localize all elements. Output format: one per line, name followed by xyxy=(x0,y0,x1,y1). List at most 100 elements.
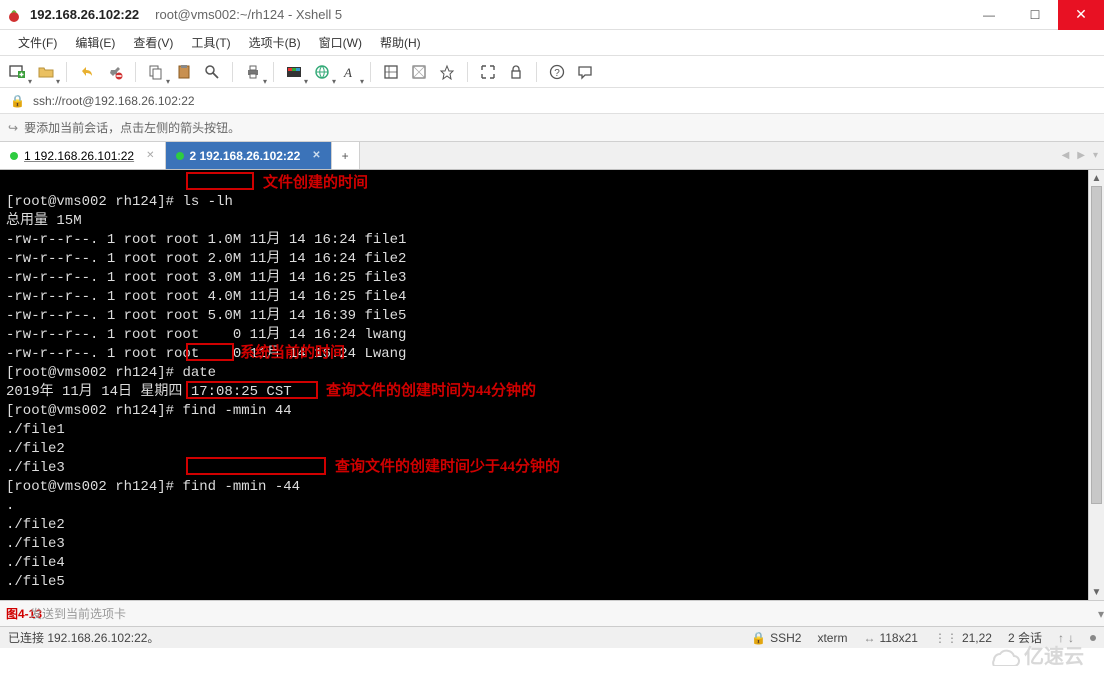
term-line: ./file2 xyxy=(6,441,65,457)
transparent-button[interactable] xyxy=(407,60,431,84)
term-line: 总用量 15M xyxy=(6,213,82,229)
maximize-button[interactable]: ☐ xyxy=(1012,0,1058,30)
copy-button[interactable] xyxy=(144,60,168,84)
cap-icon xyxy=(1090,635,1096,641)
term-line: -rw-r--r--. 1 root root 5.0M 11月 14 16:3… xyxy=(6,308,406,324)
term-line: [root@vms002 rh124]# find -mmin 44 xyxy=(6,403,292,419)
find-button[interactable] xyxy=(200,60,224,84)
toolbar: A ? xyxy=(0,56,1104,88)
menu-file[interactable]: 文件(F) xyxy=(10,30,65,55)
scroll-down-icon[interactable]: ▼ xyxy=(1089,584,1104,600)
status-size: 118x21 xyxy=(879,631,917,645)
colorscheme-button[interactable] xyxy=(282,60,306,84)
session-tab-1[interactable]: 1 192.168.26.101:22 ✕ xyxy=(0,142,166,169)
status-connection: 已连接 192.168.26.102:22。 xyxy=(8,629,159,646)
term-line: [root@vms002 rh124]# date xyxy=(6,365,216,381)
session-tab-2[interactable]: 2 192.168.26.102:22 ✕ xyxy=(166,142,332,169)
svg-text:?: ? xyxy=(554,68,560,79)
reconnect-button[interactable] xyxy=(75,60,99,84)
svg-text:A: A xyxy=(343,65,352,80)
term-line: [root@vms002 rh124]# find -mmin -44 xyxy=(6,479,300,495)
watermark: 亿速云 xyxy=(984,640,1084,669)
expand-button[interactable] xyxy=(476,60,500,84)
window-title-sub: root@vms002:~/rh124 - Xshell 5 xyxy=(155,7,342,22)
toolbar-separator xyxy=(370,62,371,82)
lock-icon: 🔒 xyxy=(751,631,766,645)
hint-arrow-icon[interactable]: ↪ xyxy=(8,121,18,135)
font-button[interactable]: A xyxy=(338,60,362,84)
paste-button[interactable] xyxy=(172,60,196,84)
print-button[interactable] xyxy=(241,60,265,84)
menu-help[interactable]: 帮助(H) xyxy=(372,30,429,55)
tab-nav: ◀ ▶ ▾ xyxy=(1062,142,1104,169)
encoding-button[interactable] xyxy=(310,60,334,84)
toolbar-separator xyxy=(273,62,274,82)
tab-label: 1 192.168.26.101:22 xyxy=(24,149,134,163)
terminal-output[interactable]: [root@vms002 rh124]# ls -lh 总用量 15M -rw-… xyxy=(0,170,1104,615)
tab-prev-icon[interactable]: ◀ xyxy=(1062,150,1070,161)
status-dot-icon xyxy=(10,152,18,160)
fullscreen-button[interactable] xyxy=(379,60,403,84)
tab-label: 2 192.168.26.102:22 xyxy=(190,149,301,163)
term-line: ./file1 xyxy=(6,422,65,438)
toolbar-separator xyxy=(467,62,468,82)
ontop-button[interactable] xyxy=(435,60,459,84)
new-session-button[interactable] xyxy=(6,60,30,84)
status-dot-icon xyxy=(176,152,184,160)
address-url[interactable]: ssh://root@192.168.26.102:22 xyxy=(33,94,195,108)
tab-close-icon[interactable]: ✕ xyxy=(312,150,320,161)
annotation-text: 查询文件的创建时间少于44分钟的 xyxy=(335,455,560,476)
app-logo xyxy=(6,7,22,23)
tab-menu-icon[interactable]: ▾ xyxy=(1093,150,1098,161)
add-tab-button[interactable]: + xyxy=(332,142,360,169)
scroll-thumb[interactable] xyxy=(1091,186,1102,504)
watermark-icon xyxy=(984,644,1020,666)
term-line: ./file3 xyxy=(6,536,65,552)
tab-close-icon[interactable]: ✕ xyxy=(146,150,154,161)
term-line: -rw-r--r--. 1 root root 2.0M 11月 14 16:2… xyxy=(6,251,406,267)
menu-window[interactable]: 窗口(W) xyxy=(311,30,370,55)
highlight-box xyxy=(186,343,234,361)
toolbar-separator xyxy=(232,62,233,82)
minimize-button[interactable]: — xyxy=(966,0,1012,30)
toolbar-separator xyxy=(135,62,136,82)
term-line: ./file3 xyxy=(6,460,65,476)
tab-strip: 1 192.168.26.101:22 ✕ 2 192.168.26.102:2… xyxy=(0,142,1104,170)
lock-button[interactable] xyxy=(504,60,528,84)
menu-edit[interactable]: 编辑(E) xyxy=(67,30,123,55)
close-button[interactable]: ✕ xyxy=(1058,0,1104,30)
chat-button[interactable] xyxy=(573,60,597,84)
scroll-up-icon[interactable]: ▲ xyxy=(1089,170,1104,186)
help-button[interactable]: ? xyxy=(545,60,569,84)
term-line: ./file5 xyxy=(6,574,65,590)
lock-icon: 🔒 xyxy=(10,94,25,108)
toolbar-separator xyxy=(66,62,67,82)
status-termtype: xterm xyxy=(817,631,847,645)
menu-tabs[interactable]: 选项卡(B) xyxy=(241,30,309,55)
term-line: . xyxy=(6,498,14,514)
annotation-text: 系统当前的时间 xyxy=(240,341,345,362)
window-titlebar: 192.168.26.102:22 root@vms002:~/rh124 - … xyxy=(0,0,1104,30)
term-line: ./file4 xyxy=(6,555,65,571)
watermark-text: 亿速云 xyxy=(1024,640,1084,669)
scroll-track[interactable] xyxy=(1089,186,1104,584)
menu-tools[interactable]: 工具(T) xyxy=(183,30,238,55)
status-bar: 已连接 192.168.26.102:22。 🔒SSH2 xterm ↔118x… xyxy=(0,626,1104,648)
term-line: [root@vms002 rh124]# ls -lh xyxy=(6,194,233,210)
hint-bar: ↪ 要添加当前会话，点击左侧的箭头按钮。 xyxy=(0,114,1104,142)
disconnect-button[interactable] xyxy=(103,60,127,84)
terminal-scrollbar[interactable]: ▲ ▼ xyxy=(1088,170,1104,600)
open-button[interactable] xyxy=(34,60,58,84)
term-line: -rw-r--r--. 1 root root 3.0M 11月 14 16:2… xyxy=(6,270,406,286)
terminal-area[interactable]: [root@vms002 rh124]# ls -lh 总用量 15M -rw-… xyxy=(0,170,1104,600)
size-icon: ↔ xyxy=(863,631,875,645)
highlight-box xyxy=(186,381,318,399)
toolbar-separator xyxy=(536,62,537,82)
term-line: -rw-r--r--. 1 root root 0 11月 14 16:24 l… xyxy=(6,327,406,343)
tab-next-icon[interactable]: ▶ xyxy=(1077,150,1085,161)
cursor-icon: ⋮⋮ xyxy=(934,631,958,645)
window-title-main: 192.168.26.102:22 xyxy=(30,7,139,22)
window-controls: — ☐ ✕ xyxy=(966,0,1104,30)
hint-text: 要添加当前会话，点击左侧的箭头按钮。 xyxy=(24,119,240,136)
menu-view[interactable]: 查看(V) xyxy=(125,30,181,55)
